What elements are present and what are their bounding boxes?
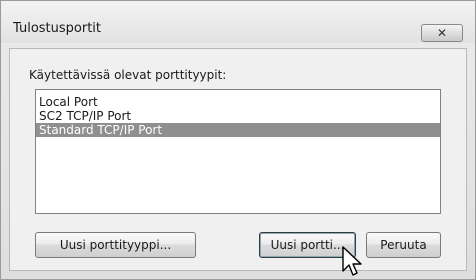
close-button[interactable]: ✕ (421, 24, 463, 42)
mouse-pointer-icon (342, 246, 362, 276)
print-ports-dialog: Tulostusportit ✕ Käytettävissä olevat po… (0, 0, 476, 280)
port-types-listbox[interactable]: Local Port SC2 TCP/IP Port Standard TCP/… (35, 89, 441, 214)
list-item-local-port[interactable]: Local Port (36, 95, 440, 109)
cancel-button[interactable]: Peruuta (366, 232, 441, 258)
list-item-standard-tcpip-port[interactable]: Standard TCP/IP Port (36, 123, 440, 137)
title-bar[interactable]: Tulostusportit ✕ (1, 1, 475, 43)
port-types-label: Käytettävissä olevat porttityypit: (29, 68, 227, 82)
dialog-title: Tulostusportit (13, 21, 102, 36)
list-item-sc2-tcpip-port[interactable]: SC2 TCP/IP Port (36, 109, 440, 123)
new-port-type-button[interactable]: Uusi porttityyppi... (35, 232, 196, 258)
close-icon: ✕ (436, 26, 448, 40)
